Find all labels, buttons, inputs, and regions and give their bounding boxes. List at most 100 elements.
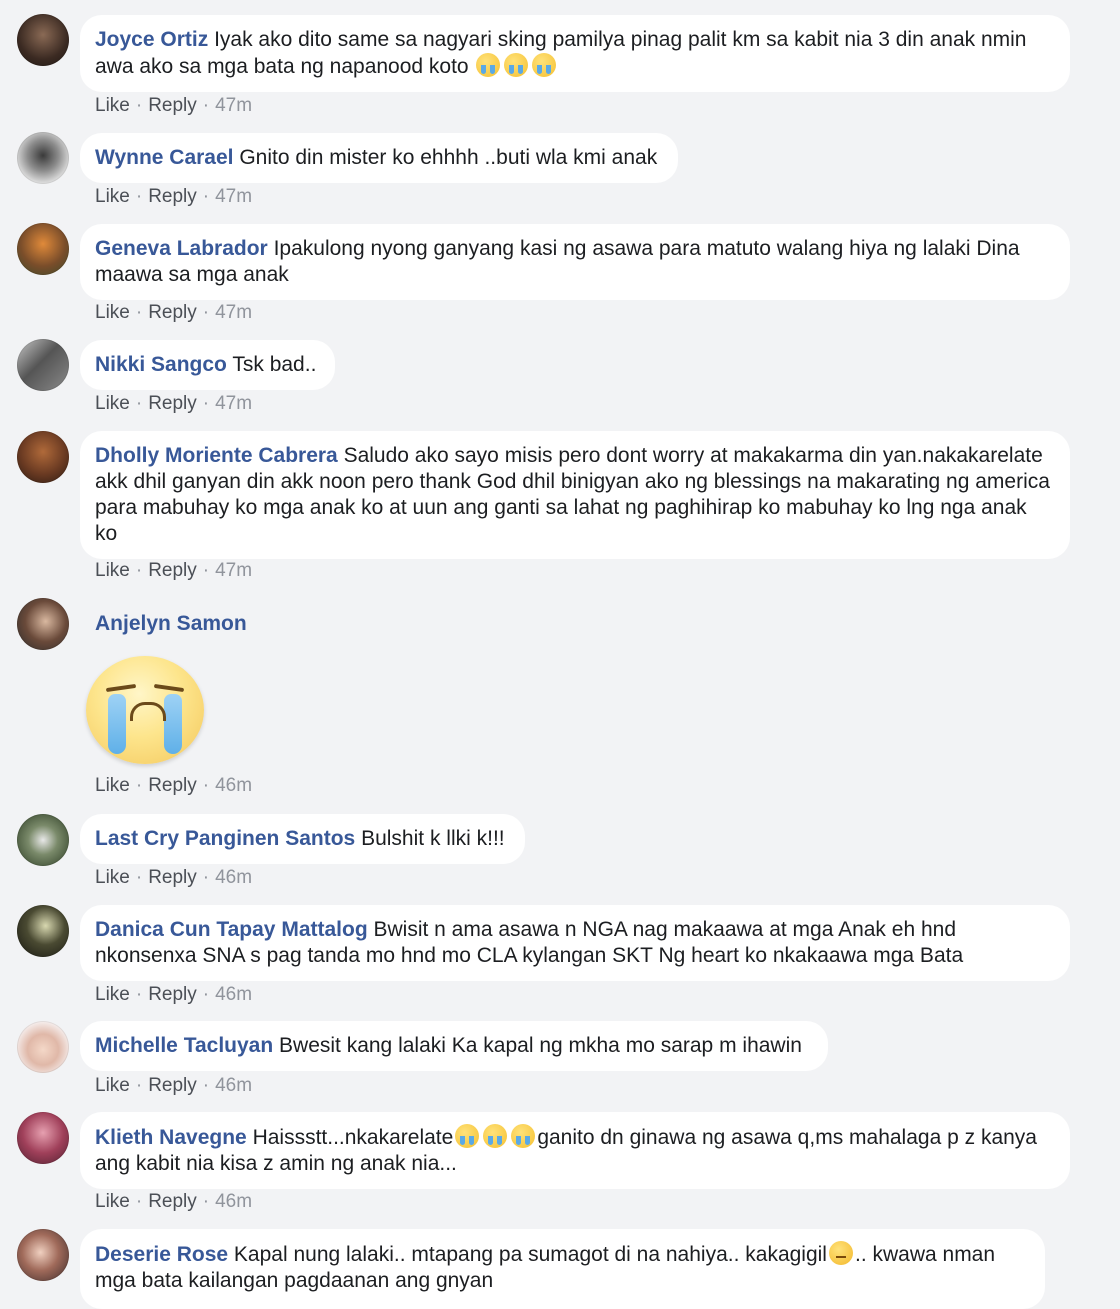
comment-actions: Like · Reply · 46m <box>95 1075 252 1097</box>
comment-bubble: Danica Cun Tapay Mattalog Bwisit n ama a… <box>80 905 1070 981</box>
comment-actions: Like · Reply · 46m <box>95 984 252 1006</box>
comment-timestamp[interactable]: 47m <box>215 560 252 581</box>
comment-text: Bwesit kang lalaki Ka kapal ng mkha mo s… <box>279 1034 802 1057</box>
avatar[interactable] <box>17 598 69 650</box>
separator-dot: · <box>202 775 210 796</box>
comment-actions: Like · Reply · 47m <box>95 560 252 582</box>
avatar[interactable] <box>17 132 69 184</box>
like-link[interactable]: Like <box>95 984 130 1005</box>
comment-timestamp[interactable]: 46m <box>215 867 252 888</box>
separator-dot: · <box>135 393 143 414</box>
avatar[interactable] <box>17 14 69 66</box>
comment-actions: Like · Reply · 47m <box>95 95 252 117</box>
comment-bubble: Nikki Sangco Tsk bad.. <box>80 340 335 390</box>
separator-dot: · <box>202 984 210 1005</box>
comment-bubble: Last Cry Panginen Santos Bulshit k llki … <box>80 814 525 864</box>
reply-link[interactable]: Reply <box>148 867 197 888</box>
like-link[interactable]: Like <box>95 1191 130 1212</box>
comment-timestamp[interactable]: 46m <box>215 775 252 796</box>
avatar[interactable] <box>17 1229 69 1281</box>
comment-bubble: Dholly Moriente Cabrera Saludo ako sayo … <box>80 431 1070 559</box>
comment-author[interactable]: Anjelyn Samon <box>95 612 247 635</box>
comment-timestamp[interactable]: 46m <box>215 984 252 1005</box>
separator-dot: · <box>135 560 143 581</box>
comment-timestamp[interactable]: 47m <box>215 302 252 323</box>
reply-link[interactable]: Reply <box>148 186 197 207</box>
reply-link[interactable]: Reply <box>148 1075 197 1096</box>
comment-actions: Like · Reply · 47m <box>95 186 252 208</box>
reply-link[interactable]: Reply <box>148 393 197 414</box>
comment-actions: Like · Reply · 46m <box>95 775 252 797</box>
comment-timestamp[interactable]: 47m <box>215 95 252 116</box>
comment-text: Iyak ako dito same sa nagyari sking pami… <box>95 28 1027 78</box>
loudly-crying-face-icon <box>455 1124 480 1148</box>
comment-bubble: Wynne Carael Gnito din mister ko ehhhh .… <box>80 133 678 183</box>
like-link[interactable]: Like <box>95 393 130 414</box>
separator-dot: · <box>135 775 143 796</box>
avatar[interactable] <box>17 1112 69 1164</box>
reply-link[interactable]: Reply <box>148 1191 197 1212</box>
comment-author[interactable]: Dholly Moriente Cabrera <box>95 444 338 467</box>
comment-text: Tsk bad.. <box>232 353 317 376</box>
comment-text: Kapal nung lalaki.. mtapang pa sumagot d… <box>233 1243 827 1266</box>
like-link[interactable]: Like <box>95 1075 130 1096</box>
separator-dot: · <box>135 867 143 888</box>
comment-author[interactable]: Geneva Labrador <box>95 237 268 260</box>
separator-dot: · <box>202 867 210 888</box>
separator-dot: · <box>135 984 143 1005</box>
like-link[interactable]: Like <box>95 186 130 207</box>
like-link[interactable]: Like <box>95 560 130 581</box>
avatar[interactable] <box>17 905 69 957</box>
separator-dot: · <box>135 302 143 323</box>
comment-bubble: Deserie Rose Kapal nung lalaki.. mtapang… <box>80 1229 1045 1309</box>
comment-actions: Like · Reply · 47m <box>95 393 252 415</box>
comment-text: Gnito din mister ko ehhhh ..buti wla kmi… <box>239 146 658 169</box>
comment-actions: Like · Reply · 46m <box>95 1191 252 1213</box>
reply-link[interactable]: Reply <box>148 95 197 116</box>
angry-face-icon <box>828 1241 853 1265</box>
comment-author[interactable]: Danica Cun Tapay Mattalog <box>95 918 368 941</box>
like-link[interactable]: Like <box>95 302 130 323</box>
separator-dot: · <box>202 302 210 323</box>
like-link[interactable]: Like <box>95 867 130 888</box>
comment-text: Bulshit k llki k!!! <box>361 827 505 850</box>
avatar[interactable] <box>17 339 69 391</box>
separator-dot: · <box>135 186 143 207</box>
comment-author[interactable]: Deserie Rose <box>95 1243 228 1266</box>
comment-timestamp[interactable]: 46m <box>215 1191 252 1212</box>
separator-dot: · <box>202 1075 210 1096</box>
reply-link[interactable]: Reply <box>148 560 197 581</box>
comment-author[interactable]: Klieth Navegne <box>95 1126 247 1149</box>
reply-link[interactable]: Reply <box>148 984 197 1005</box>
avatar[interactable] <box>17 431 69 483</box>
comment-author[interactable]: Michelle Tacluyan <box>95 1034 273 1057</box>
comment-author[interactable]: Wynne Carael <box>95 146 234 169</box>
comment-author[interactable]: Last Cry Panginen Santos <box>95 827 355 850</box>
comment-timestamp[interactable]: 46m <box>215 1075 252 1096</box>
separator-dot: · <box>135 95 143 116</box>
separator-dot: · <box>202 393 210 414</box>
avatar[interactable] <box>17 223 69 275</box>
loudly-crying-face-icon <box>483 1124 508 1148</box>
separator-dot: · <box>202 186 210 207</box>
loudly-crying-face-icon <box>532 53 557 77</box>
reply-link[interactable]: Reply <box>148 775 197 796</box>
comment-bubble: Geneva Labrador Ipakulong nyong ganyang … <box>80 224 1070 300</box>
comment-author[interactable]: Nikki Sangco <box>95 353 227 376</box>
comment-author[interactable]: Joyce Ortiz <box>95 28 208 51</box>
comment-bubble: Klieth Navegne Haissstt...nkakarelate gan… <box>80 1112 1070 1189</box>
separator-dot: · <box>202 560 210 581</box>
separator-dot: · <box>135 1075 143 1096</box>
avatar[interactable] <box>17 1021 69 1073</box>
reply-link[interactable]: Reply <box>148 302 197 323</box>
separator-dot: · <box>202 95 210 116</box>
separator-dot: · <box>202 1191 210 1212</box>
comment-timestamp[interactable]: 47m <box>215 393 252 414</box>
comment-timestamp[interactable]: 47m <box>215 186 252 207</box>
comment-actions: Like · Reply · 47m <box>95 302 252 324</box>
comment-text: Haissstt...nkakarelate <box>252 1126 454 1149</box>
like-link[interactable]: Like <box>95 775 130 796</box>
loudly-crying-face-icon <box>504 53 529 77</box>
like-link[interactable]: Like <box>95 95 130 116</box>
avatar[interactable] <box>17 814 69 866</box>
